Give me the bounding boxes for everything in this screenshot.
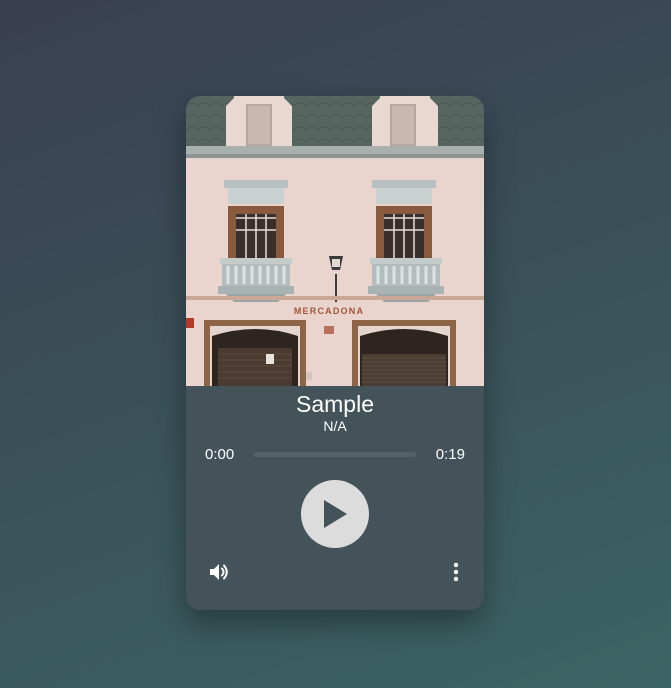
more-vertical-icon <box>453 562 459 582</box>
album-artwork: MERCADONA <box>186 96 484 386</box>
volume-button[interactable] <box>207 560 231 584</box>
artwork-sign-text: MERCADONA <box>294 306 364 316</box>
play-button[interactable] <box>301 480 369 548</box>
more-options-button[interactable] <box>449 560 463 584</box>
audio-player-card: MERCADONA Sample N/A 0:00 0:19 <box>186 96 484 610</box>
play-icon <box>324 500 347 528</box>
track-title: Sample <box>296 391 374 417</box>
volume-icon <box>210 564 228 580</box>
seek-bar[interactable] <box>254 452 416 457</box>
total-duration: 0:19 <box>435 446 465 463</box>
current-time: 0:00 <box>205 446 235 463</box>
track-artist: N/A <box>323 418 347 434</box>
